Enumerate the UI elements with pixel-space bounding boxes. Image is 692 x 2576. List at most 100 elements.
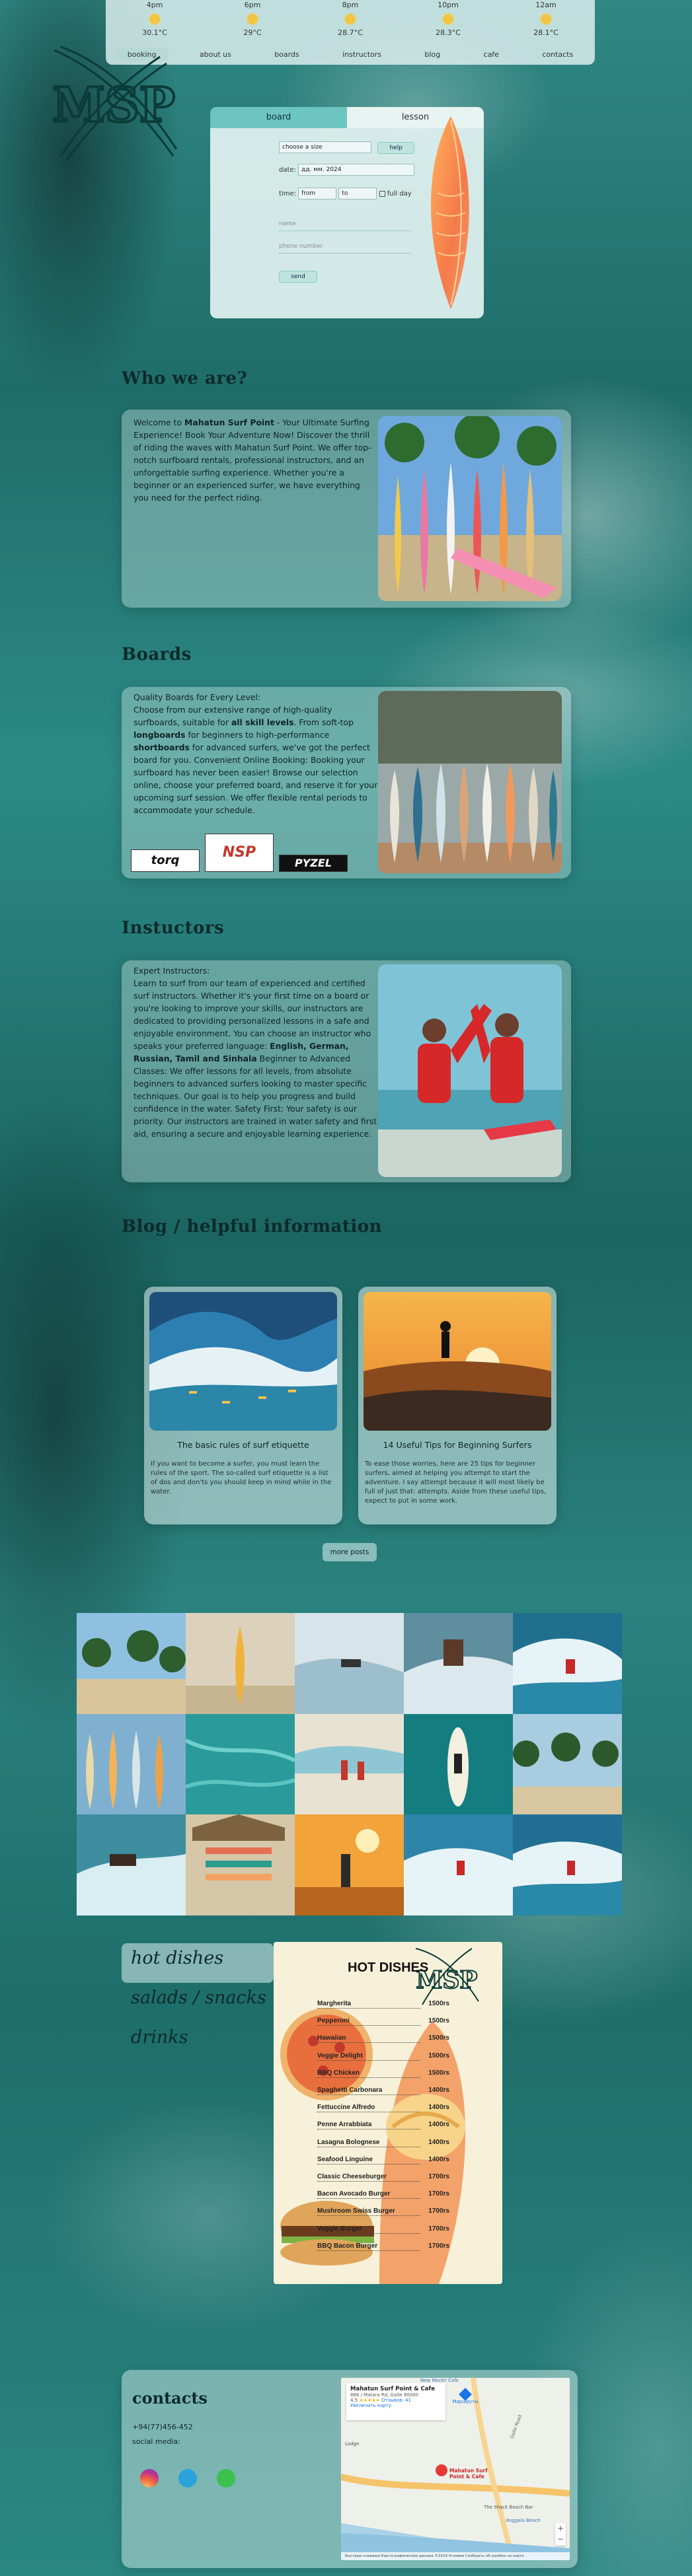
- menu-title: HOT DISHES: [348, 1960, 429, 1975]
- blog-post-title: 14 Useful Tips for Beginning Surfers: [383, 1440, 532, 1450]
- blog-post-card[interactable]: The basic rules of surf etiquette If you…: [144, 1287, 342, 1524]
- map-enlarge-link[interactable]: Увеличить карту: [350, 2403, 442, 2408]
- nav-contacts[interactable]: contacts: [530, 48, 585, 61]
- gallery-photo[interactable]: [513, 1814, 622, 1915]
- telegram-icon[interactable]: [178, 2469, 197, 2487]
- fullday-label: full day: [387, 190, 412, 197]
- menu-item: Margherita 1500rs: [317, 1999, 449, 2012]
- menu-item-price: 1700rs: [428, 2207, 449, 2215]
- more-posts-button[interactable]: more posts: [323, 1543, 377, 1561]
- nav-instructors[interactable]: instructors: [330, 48, 393, 61]
- brand-torq-logo: torq: [131, 849, 200, 872]
- blog-post-excerpt: If you want to become a surfer, you must…: [151, 1460, 332, 1495]
- contacts-card: contacts +94(77)456-452 social media: Ma…: [122, 2370, 578, 2568]
- map-place-name: Mahatun Surf Point & Cafe: [350, 2386, 435, 2392]
- nav-about[interactable]: about us: [188, 48, 243, 61]
- tab-drinks[interactable]: drinks: [122, 2022, 274, 2062]
- menu-item-name: Margherita: [317, 2000, 352, 2007]
- sun-icon: [443, 14, 453, 24]
- gallery-photo[interactable]: [77, 1713, 186, 1815]
- menu-item-price: 1400rs: [428, 2155, 449, 2163]
- msp-logo[interactable]: MSP: [41, 44, 186, 162]
- gallery-photo[interactable]: [404, 1713, 513, 1815]
- menu-item: Pepperoni 1500rs: [317, 2016, 449, 2029]
- menu-item-price: 1700rs: [428, 2190, 449, 2198]
- nav-cafe[interactable]: cafe: [472, 48, 511, 61]
- gallery-photo[interactable]: [186, 1713, 295, 1815]
- menu-item-name: Lasagna Bolognese: [317, 2138, 380, 2146]
- gallery-photo[interactable]: [295, 1713, 404, 1815]
- social-media-label: social media:: [132, 2437, 180, 2446]
- gallery-photo[interactable]: [513, 1613, 622, 1714]
- name-input[interactable]: name: [279, 217, 411, 231]
- about-title: Who we are?: [122, 369, 248, 388]
- menu-item-name: Spaghetti Carbonara: [317, 2087, 383, 2094]
- menu-item-price: 1500rs: [428, 2034, 449, 2042]
- date-input[interactable]: дд. мм. 2024: [298, 164, 415, 176]
- fullday-checkbox[interactable]: [379, 190, 385, 197]
- weather-slot: 4pm 30.1°C: [106, 0, 204, 45]
- gallery-photo[interactable]: [77, 1814, 186, 1915]
- sun-icon: [345, 14, 356, 24]
- gallery-photo[interactable]: [404, 1613, 513, 1714]
- menu-item-price: 1700rs: [428, 2242, 449, 2250]
- gallery-photo[interactable]: [404, 1814, 513, 1915]
- tab-salads-snacks[interactable]: salads / snacks: [122, 1983, 274, 2022]
- whatsapp-icon[interactable]: [217, 2469, 235, 2487]
- board-rack-photo: [378, 691, 562, 873]
- from-select[interactable]: from: [298, 188, 337, 199]
- surfboards-photo: [378, 416, 562, 601]
- weather-time: 10pm: [438, 1, 459, 9]
- gallery-photo[interactable]: [77, 1613, 186, 1714]
- boards-bold: all skill levels: [231, 717, 294, 727]
- menu-item: Veggie Burger 1700rs: [317, 2224, 449, 2237]
- location-map[interactable]: Mahatun Surf Point & Cafe 866 / Matara R…: [341, 2378, 570, 2560]
- gallery-photo[interactable]: [295, 1814, 404, 1915]
- map-route-button[interactable]: Маршруты: [452, 2388, 479, 2404]
- tab-hot-dishes[interactable]: hot dishes: [122, 1943, 274, 1983]
- menu-item-name: Veggie Burger: [317, 2225, 362, 2233]
- to-select[interactable]: to: [338, 188, 377, 199]
- brand-pyzel-logo: PYZEL: [279, 855, 348, 872]
- boards-p: for beginners to high-performance: [185, 730, 330, 740]
- menu-item-price: 1700rs: [428, 2173, 449, 2180]
- menu-item-price: 1500rs: [428, 2052, 449, 2059]
- help-button[interactable]: help: [377, 142, 415, 154]
- about-intro: Welcome to: [134, 417, 184, 427]
- boards-card: Quality Boards for Every Level: Choose f…: [122, 687, 571, 878]
- gallery-photo[interactable]: [513, 1713, 622, 1815]
- tab-board[interactable]: board: [210, 107, 347, 128]
- map-reviews-link[interactable]: Отзывов: 41: [381, 2398, 411, 2403]
- time-label: time:: [279, 190, 296, 197]
- weather-slot: 6pm 29°C: [204, 0, 301, 45]
- map-poi: Koggala Beach: [506, 2518, 541, 2523]
- boards-p: for advanced surfers, we've got the perf…: [134, 742, 378, 815]
- nav-boards[interactable]: boards: [262, 48, 311, 61]
- weather-time: 6pm: [244, 1, 261, 9]
- nav-blog[interactable]: blog: [412, 48, 452, 61]
- menu-item-name: Seafood Linguine: [317, 2155, 373, 2163]
- size-select[interactable]: choose a size: [279, 141, 371, 153]
- surfboard-illustration: [430, 116, 469, 309]
- instagram-icon[interactable]: [140, 2469, 159, 2487]
- blog-post-card[interactable]: 14 Useful Tips for Beginning Surfers To …: [358, 1287, 557, 1524]
- instructors-p: Beginner to Advanced Classes: We offer l…: [134, 1054, 377, 1139]
- weather-time: 4pm: [146, 1, 163, 9]
- phone-number[interactable]: +94(77)456-452: [132, 2423, 193, 2431]
- menu-item: Bacon Avocado Burger 1700rs: [317, 2189, 449, 2202]
- instructors-heading: Expert Instructors:: [134, 966, 210, 976]
- boards-heading: Quality Boards for Every Level:: [134, 692, 261, 702]
- boards-title: Boards: [122, 645, 192, 664]
- instructors-text: Expert Instructors: Learn to surf from o…: [134, 964, 378, 1140]
- map-poi: The Shack Beach Bar: [484, 2505, 533, 2510]
- map-poi: New Montri Cafe: [420, 2378, 459, 2383]
- gallery-photo[interactable]: [186, 1613, 295, 1714]
- gallery-photo[interactable]: [186, 1814, 295, 1915]
- gallery-photo[interactable]: [295, 1613, 404, 1714]
- send-button[interactable]: send: [279, 271, 317, 283]
- menu-item-name: Pepperoni: [317, 2017, 350, 2025]
- brand-logos: torq NSP PYZEL: [131, 834, 348, 872]
- map-zoom-controls[interactable]: + −: [555, 2523, 566, 2546]
- boards-text: Quality Boards for Every Level: Choose f…: [134, 691, 378, 816]
- phone-input[interactable]: phone number: [279, 239, 411, 254]
